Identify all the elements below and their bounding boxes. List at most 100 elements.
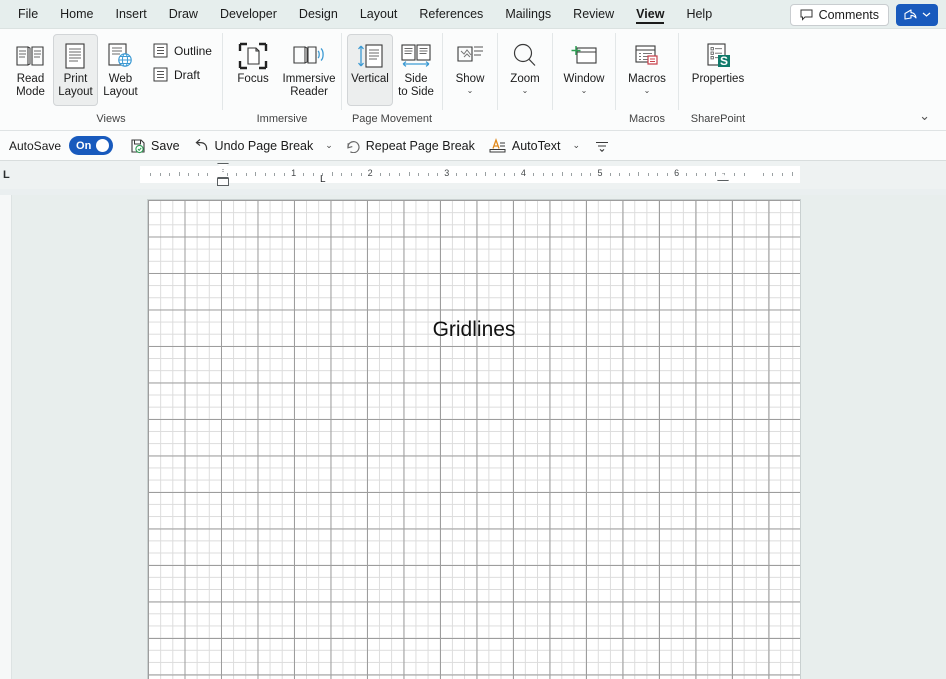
horizontal-ruler[interactable]: 1 2 3 4 5 6 xyxy=(140,166,800,183)
tab-review[interactable]: Review xyxy=(563,3,624,26)
group-label-show xyxy=(445,112,495,130)
chevron-down-icon[interactable]: ⌄ xyxy=(522,87,529,95)
draft-button[interactable]: Draft xyxy=(149,65,216,84)
ruler-tick xyxy=(303,173,305,176)
tab-layout[interactable]: Layout xyxy=(350,3,408,26)
zoom-label: Zoom xyxy=(510,73,540,85)
web-layout-icon xyxy=(105,39,135,73)
show-button[interactable]: Show ⌄ xyxy=(445,34,495,106)
ribbon-group-views: Read Mode Print Layout Web Layout Outlin… xyxy=(0,29,222,130)
autotext-button[interactable]: AutoText xyxy=(484,135,566,156)
comments-button[interactable]: Comments xyxy=(789,3,889,26)
tab-draw[interactable]: Draw xyxy=(159,3,208,26)
autosave-label: AutoSave xyxy=(9,138,62,153)
tab-home[interactable]: Home xyxy=(50,3,103,26)
print-layout-icon xyxy=(62,39,88,73)
tab-stop-marker-doc[interactable]: L xyxy=(320,174,326,185)
ruler-tick xyxy=(638,172,640,176)
document-body-text[interactable]: Gridlines xyxy=(148,318,800,342)
tab-mailings[interactable]: Mailings xyxy=(495,3,561,26)
more-options-icon xyxy=(595,140,609,152)
immersive-reader-label-1: Immersive xyxy=(282,73,336,85)
ruler-number: 5 xyxy=(597,168,603,178)
repeat-page-break-label: Repeat Page Break xyxy=(365,138,475,153)
chevron-down-icon[interactable]: ⌄ xyxy=(581,87,588,95)
document-page[interactable]: Gridlines xyxy=(147,199,801,679)
autotext-icon xyxy=(489,138,507,153)
ruler-tick xyxy=(628,173,630,176)
ruler-tick xyxy=(389,173,391,176)
left-indent-marker[interactable] xyxy=(217,178,229,186)
immersive-reader-button[interactable]: Immersive Reader xyxy=(279,34,339,106)
ruler-tick xyxy=(494,173,496,176)
tab-stop-marker[interactable]: L xyxy=(3,169,10,181)
ruler-tick xyxy=(264,173,266,176)
tab-file[interactable]: File xyxy=(8,3,48,26)
ruler-tick xyxy=(542,173,544,176)
ruler-area: L 1 2 3 4 5 6 L xyxy=(0,161,946,189)
svg-text:S: S xyxy=(720,54,728,68)
chevron-down-icon[interactable]: ⌄ xyxy=(644,87,651,95)
immersive-reader-icon xyxy=(292,39,326,73)
ruler-tick xyxy=(667,173,669,176)
left-gutter xyxy=(0,195,12,679)
print-layout-button[interactable]: Print Layout xyxy=(52,34,98,106)
focus-button[interactable]: Focus xyxy=(227,34,279,106)
group-label-views: Views xyxy=(96,113,126,125)
ribbon-display-options-button[interactable]: ⌄ xyxy=(913,106,936,126)
document-canvas: Gridlines xyxy=(0,195,946,679)
ruler-tick xyxy=(561,172,563,176)
ribbon-group-zoom: Zoom ⌄ xyxy=(498,29,552,130)
ruler-tick xyxy=(236,173,238,176)
zoom-button[interactable]: Zoom ⌄ xyxy=(500,34,550,106)
ruler-tick xyxy=(159,173,161,176)
ribbon-group-show: Show ⌄ xyxy=(443,29,497,130)
web-layout-button[interactable]: Web Layout xyxy=(98,34,143,106)
ribbon-group-immersive: Focus Immersive Reader Immersive xyxy=(223,29,341,130)
save-icon xyxy=(130,138,146,154)
tab-references[interactable]: References xyxy=(409,3,493,26)
tab-view[interactable]: View xyxy=(626,3,674,26)
outline-button[interactable]: Outline xyxy=(149,41,216,60)
tab-developer[interactable]: Developer xyxy=(210,3,287,26)
focus-label: Focus xyxy=(237,73,269,85)
ruler-tick xyxy=(418,173,420,176)
tab-insert[interactable]: Insert xyxy=(106,3,157,26)
tab-design[interactable]: Design xyxy=(289,3,348,26)
macros-button[interactable]: Macros ⌄ xyxy=(618,34,676,106)
ruler-tick xyxy=(456,173,458,176)
group-label-sharepoint: SharePoint xyxy=(690,113,746,125)
vertical-button[interactable]: Vertical xyxy=(347,34,393,106)
repeat-page-break-button[interactable]: Repeat Page Break xyxy=(340,135,480,156)
ruler-tick xyxy=(351,173,353,176)
print-layout-label-1: Print xyxy=(63,73,88,85)
side-to-side-label-1: Side xyxy=(404,73,428,85)
autosave-toggle[interactable]: On xyxy=(69,136,114,155)
chevron-down-icon[interactable]: ⌄ xyxy=(467,87,474,95)
web-layout-label-1: Web xyxy=(108,73,133,85)
ruler-tick xyxy=(743,173,745,176)
save-button[interactable]: Save xyxy=(125,135,185,157)
undo-dropdown-chevron-icon[interactable]: ⌄ xyxy=(322,140,336,151)
ruler-number: 1 xyxy=(291,168,297,178)
share-button[interactable] xyxy=(896,3,938,26)
read-mode-button[interactable]: Read Mode xyxy=(8,34,53,106)
ruler-tick xyxy=(772,173,774,176)
show-icon xyxy=(455,39,485,73)
chevron-down-icon: ⌄ xyxy=(919,108,930,123)
window-button[interactable]: Window ⌄ xyxy=(555,34,613,106)
ruler-tick xyxy=(284,173,286,176)
properties-button[interactable]: S Properties xyxy=(681,34,755,106)
ruler-tick xyxy=(513,173,515,176)
ribbon-tab-bar: File Home Insert Draw Developer Design L… xyxy=(0,0,946,29)
quick-access-toolbar: AutoSave On Save Undo Page Break ⌄ Repea… xyxy=(0,131,946,161)
ruler-tick xyxy=(427,173,429,176)
ruler-tick xyxy=(552,173,554,176)
comment-icon xyxy=(800,9,813,21)
side-to-side-button[interactable]: Side to Side xyxy=(393,34,439,106)
undo-page-break-button[interactable]: Undo Page Break xyxy=(189,135,319,156)
autotext-dropdown-chevron-icon[interactable]: ⌄ xyxy=(570,140,584,151)
tab-help[interactable]: Help xyxy=(676,3,722,26)
customize-quick-access-toolbar-button[interactable] xyxy=(587,137,614,155)
ruler-tick xyxy=(274,173,276,176)
